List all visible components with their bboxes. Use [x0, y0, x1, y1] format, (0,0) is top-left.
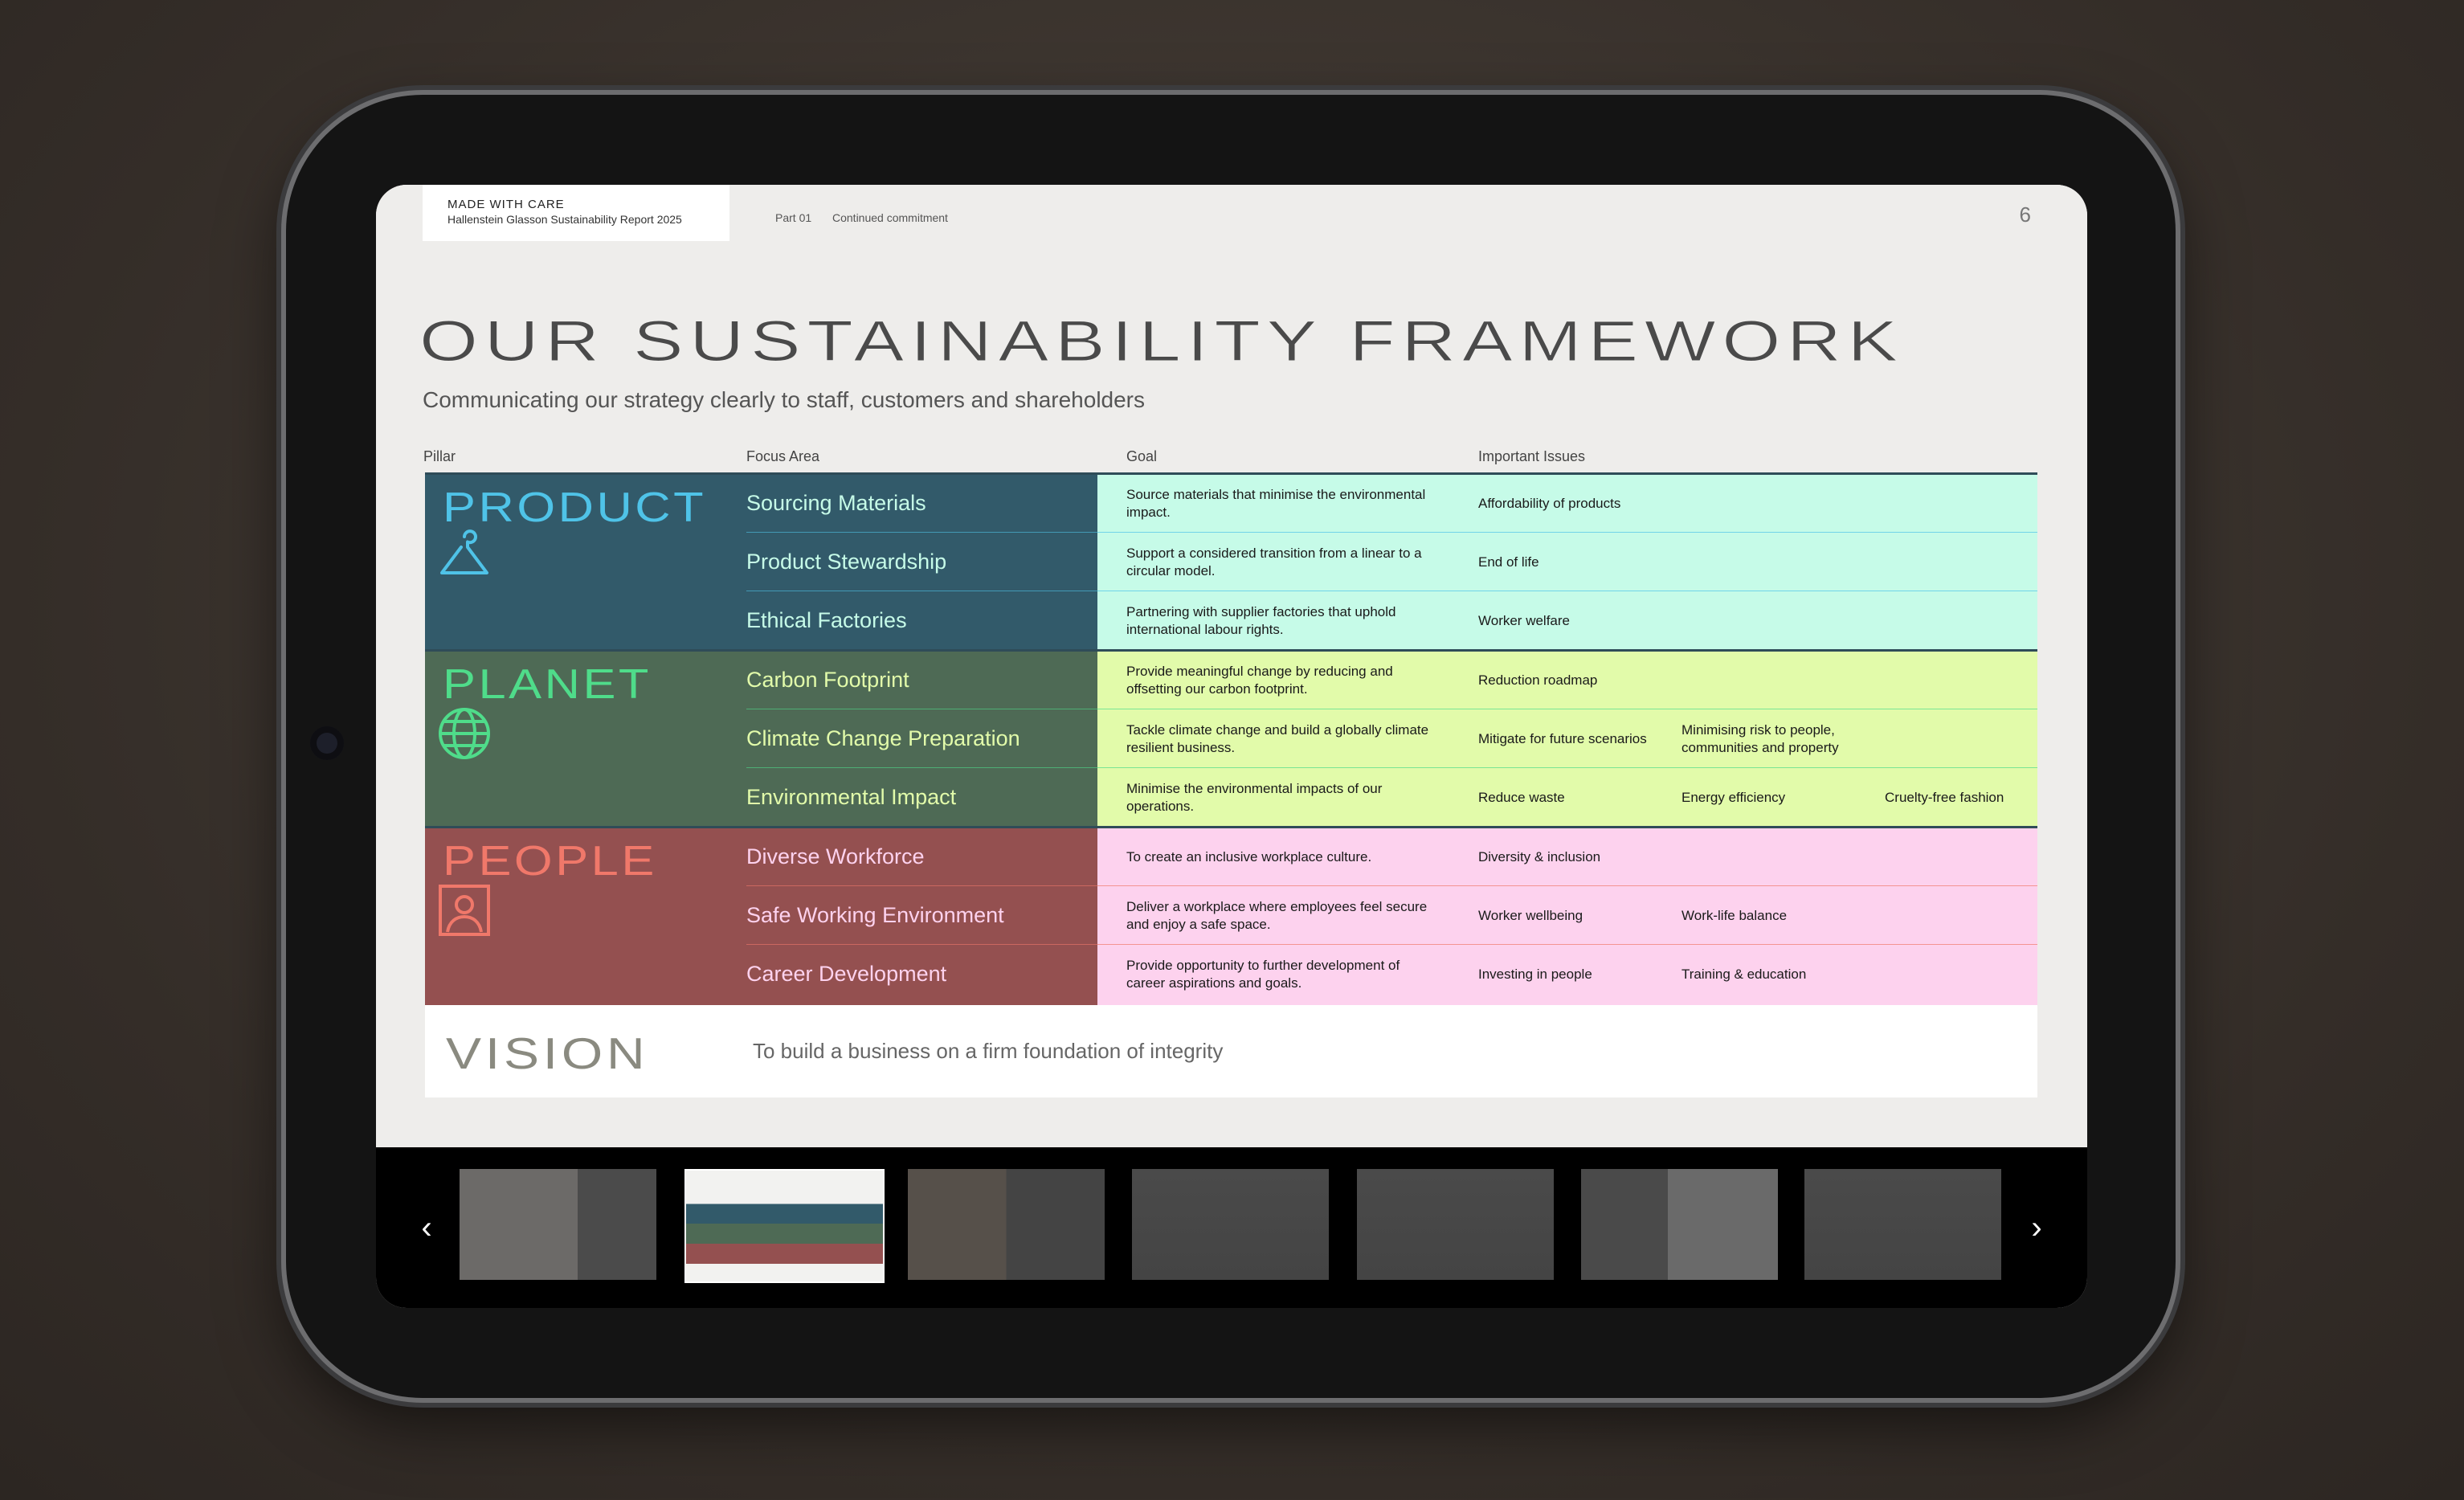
page-thumbnail-materiality[interactable]	[1581, 1169, 1778, 1280]
goal-text: Partnering with supplier factories that …	[1126, 603, 1396, 637]
pillar-band-people: PEOPLE Diverse Workforce To create an incl…	[425, 826, 2037, 1006]
goal-text: Deliver a workplace where employees feel…	[1126, 898, 1428, 932]
brand-label: MADE WITH CARE	[447, 198, 565, 211]
pillar-band-product: PRODUCT Sourcing Materials Source material…	[425, 472, 2037, 652]
table-row: Product Stewardship Support a considered …	[425, 533, 2037, 591]
goal-text: Support a considered transition from a l…	[1126, 545, 1422, 578]
page-thumbnail-stakeholders[interactable]	[1132, 1169, 1329, 1280]
important-issue: Reduce waste	[1478, 789, 1565, 805]
pillar-band-planet: PLANET Carbon Footprint Provide meaningful…	[425, 649, 2037, 829]
focus-area: Climate Change Preparation	[746, 726, 1020, 750]
column-header-pillar: Pillar	[423, 448, 456, 464]
focus-area: Carbon Footprint	[746, 668, 909, 692]
page-number: 6	[2019, 202, 2031, 227]
important-issue: Investing in people	[1478, 966, 1592, 982]
table-row: Carbon Footprint Provide meaningful chang…	[425, 651, 2037, 709]
thumbnail-strip: ‹ ›	[376, 1147, 2087, 1308]
table-row: Climate Change Preparation Tackle climate…	[425, 709, 2037, 768]
important-issue: Work-life balance	[1681, 907, 1788, 923]
focus-area: Career Development	[746, 962, 947, 986]
page-thumbnail-brands[interactable]	[460, 1169, 656, 1280]
page-thumbnail-governance[interactable]	[1357, 1169, 1554, 1280]
focus-area: Sourcing Materials	[746, 491, 926, 515]
important-issue: End of life	[1478, 554, 1539, 570]
chevron-right-icon[interactable]: ›	[2017, 1196, 2057, 1260]
goal-text: Minimise the environmental impacts of ou…	[1126, 780, 1383, 814]
important-issue: Minimising risk to people, communities a…	[1681, 721, 1839, 755]
tablet-screen: MADE WITH CARE Hallenstein Glasson Susta…	[376, 185, 2087, 1308]
important-issue: Mitigate for future scenarios	[1478, 730, 1647, 746]
table-row: Ethical Factories Partnering with supplie…	[425, 591, 2037, 650]
page-title: OUR SUSTAINABILITY FRAMEWORK	[419, 310, 1905, 374]
page-thumbnail-standards[interactable]	[908, 1169, 1105, 1280]
focus-area: Environmental Impact	[746, 785, 957, 809]
important-issue: Affordability of products	[1478, 495, 1621, 511]
page-thumbnail-framework[interactable]	[684, 1169, 885, 1283]
column-header-goal: Goal	[1126, 448, 1158, 464]
chevron-left-icon[interactable]: ‹	[407, 1196, 447, 1260]
important-issue: Worker wellbeing	[1478, 907, 1583, 923]
table-row: Sourcing Materials Source materials that …	[425, 474, 2037, 533]
important-issue: Cruelty-free fashion	[1885, 789, 2004, 805]
breadcrumb-section: Continued commitment	[832, 211, 948, 224]
goal-text: Source materials that minimise the envir…	[1126, 486, 1426, 520]
focus-area: Safe Working Environment	[746, 903, 1004, 927]
table-row: Career Development Provide opportunity to…	[425, 945, 2037, 1003]
breadcrumb-part: Part 01	[775, 211, 812, 224]
report-label: Hallenstein Glasson Sustainability Repor…	[447, 213, 682, 226]
focus-area: Diverse Workforce	[746, 844, 925, 869]
goal-text: Provide meaningful change by reducing an…	[1126, 663, 1393, 697]
important-issue: Training & education	[1681, 966, 1807, 982]
important-issue: Reduction roadmap	[1478, 672, 1598, 688]
focus-area: Ethical Factories	[746, 608, 907, 632]
important-issue: Energy efficiency	[1681, 789, 1786, 805]
column-header-focus: Focus Area	[746, 448, 820, 464]
table-row: Environmental Impact Minimise the environ…	[425, 768, 2037, 827]
important-issue: Diversity & inclusion	[1478, 848, 1601, 864]
vision-row: VISION To build a business on a firm fou…	[425, 1005, 2037, 1097]
goal-text: Provide opportunity to further developme…	[1126, 957, 1400, 991]
table-row: Diverse Workforce To create an inclusive …	[425, 828, 2037, 886]
vision-text: To build a business on a firm foundation…	[753, 1039, 1224, 1063]
report-page: MADE WITH CARE Hallenstein Glasson Susta…	[376, 185, 2087, 1147]
important-issue: Worker welfare	[1478, 612, 1570, 628]
vision-label: VISION	[446, 1028, 649, 1078]
goal-text: Tackle climate change and build a global…	[1126, 721, 1429, 755]
camera-icon	[310, 726, 344, 760]
page-subtitle: Communicating our strategy clearly to st…	[423, 387, 1146, 412]
goal-text: To create an inclusive workplace culture…	[1126, 848, 1372, 864]
focus-area: Product Stewardship	[746, 550, 947, 574]
table-row: Safe Working Environment Deliver a workpl…	[425, 886, 2037, 945]
page-thumbnail-financial[interactable]	[1804, 1169, 2001, 1280]
column-header-issues: Important Issues	[1478, 448, 1586, 464]
